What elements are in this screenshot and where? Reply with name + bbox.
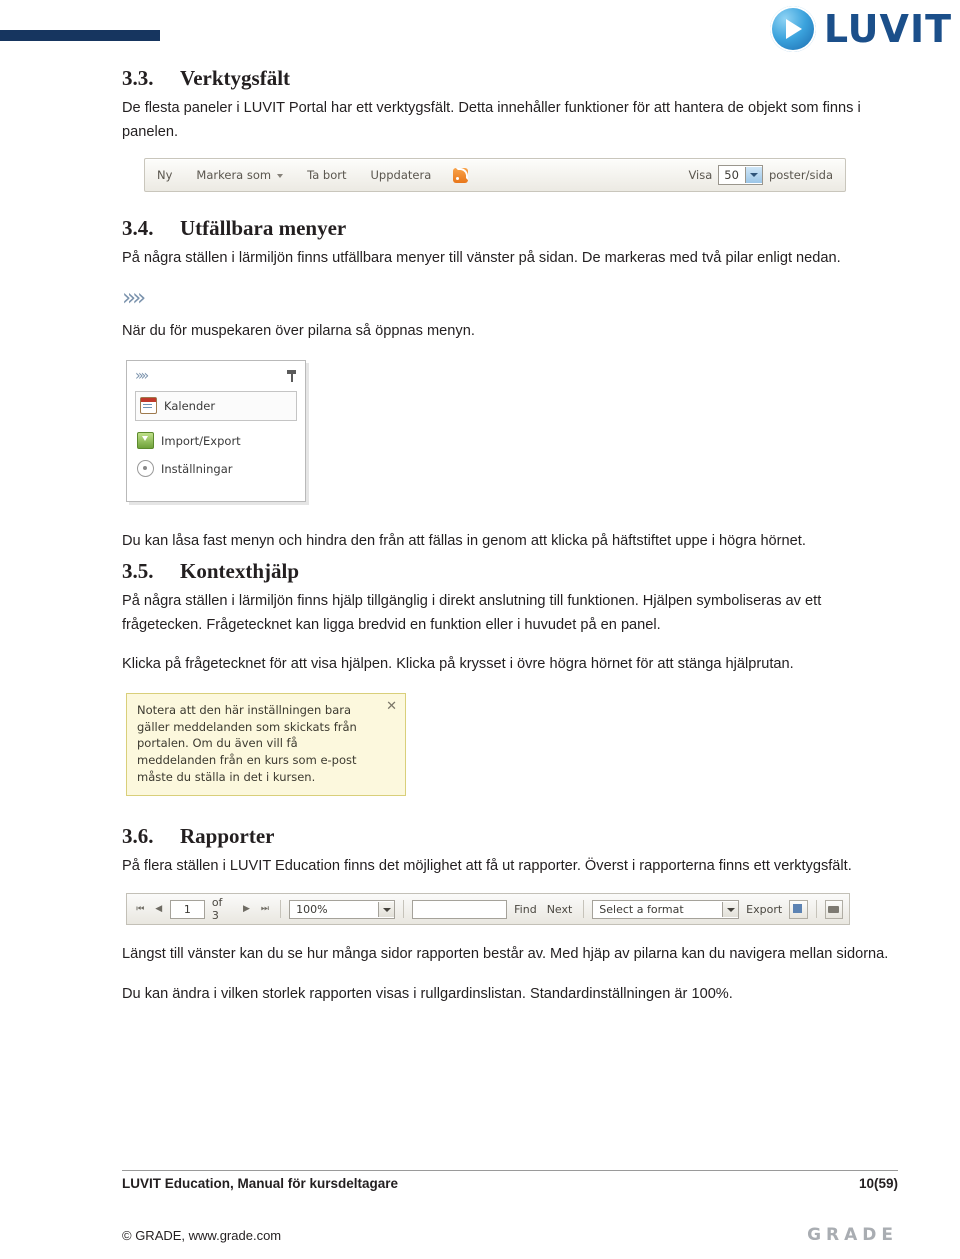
- paragraph-3-5-1: På några ställen i lärmiljön finns hjälp…: [122, 593, 822, 633]
- last-page-icon: ⏭: [260, 904, 269, 915]
- divider: [583, 900, 585, 919]
- first-page-icon: ⏮: [136, 904, 145, 915]
- screenshot-report-toolbar: ⏮ ◀ 1 of 3 ▶ ⏭ 100% Find Next Select a f…: [126, 893, 850, 926]
- screenshot-flyout-menu: »» Kalender Import/Export Inställningar: [126, 359, 306, 502]
- luvit-logo: LUVIT: [769, 6, 952, 52]
- save-disk-icon: [789, 899, 808, 919]
- pushpin-icon: [286, 369, 297, 382]
- chevron-down-icon: [277, 173, 284, 178]
- calendar-icon: [140, 397, 157, 415]
- bottom-bar: © GRADE, www.grade.com GRADE: [122, 1225, 898, 1245]
- heading-3-5-title: Kontexthjälp: [180, 559, 300, 584]
- paragraph-3-5-2: Klicka på frågetecknet för att visa hjäl…: [122, 656, 794, 673]
- document-page: LUVIT 3.3. Verktygsfält De flesta panele…: [0, 0, 960, 1259]
- toolbar-item-markera-som: Markera som: [184, 168, 295, 182]
- import-export-icon: [137, 432, 154, 450]
- flyout-menu-item-label: Inställningar: [161, 461, 233, 476]
- footer-page-number: 10(59): [858, 1176, 898, 1191]
- heading-3-3-title: Verktygsfält: [180, 66, 291, 90]
- flyout-menu-item-installningar: Inställningar: [135, 455, 297, 483]
- report-format-value: Select a format: [599, 902, 684, 916]
- help-popup-text: Notera att den här inställningen bara gä…: [137, 703, 357, 784]
- close-x-icon: ✕: [386, 699, 397, 715]
- flyout-menu-item-label: Import/Export: [161, 433, 241, 448]
- toolbar-page-size-value: 50: [724, 168, 739, 183]
- grade-logo: GRADE: [807, 1225, 898, 1245]
- report-zoom-select: 100%: [289, 899, 396, 919]
- report-zoom-value: 100%: [296, 902, 328, 916]
- rss-feed-icon: [453, 167, 469, 183]
- divider: [280, 900, 282, 919]
- toolbar-page-size-select: 50: [718, 165, 763, 186]
- report-find-label: Find: [514, 902, 537, 916]
- report-find-input: [412, 899, 508, 919]
- next-page-icon: ▶: [242, 904, 250, 915]
- paragraph-3-4-3: Du kan låsa fast menyn och hindra den fr…: [122, 532, 806, 549]
- flyout-menu-header: »»: [135, 367, 297, 385]
- luvit-globe-logo: [769, 6, 816, 52]
- document-content: 3.3. Verktygsfält De flesta paneler i LU…: [122, 66, 898, 1012]
- heading-3-3: 3.3. Verktygsfält: [122, 66, 898, 91]
- screenshot-help-popup: ✕ Notera att den här inställningen bara …: [126, 693, 406, 797]
- footer-title: LUVIT Education, Manual för kursdeltagar…: [122, 1176, 399, 1191]
- toolbar-per-page-label: poster/sida: [768, 168, 833, 183]
- flyout-menu-item-import-export: Import/Export: [135, 427, 297, 455]
- report-page-count: of 3: [211, 896, 223, 923]
- heading-3-6-number: 3.6.: [122, 824, 154, 849]
- toolbar-item-ta-bort: Ta bort: [307, 168, 347, 183]
- heading-3-6: 3.6. Rapporter: [122, 824, 898, 849]
- double-chevron-right-icon: »»: [135, 367, 149, 384]
- paragraph-3-6-1: På flera ställen i LUVIT Education finns…: [122, 858, 852, 875]
- paragraph-3-6-2: Längst till vänster kan du se hur många …: [122, 946, 889, 963]
- settings-gear-icon: [137, 460, 154, 478]
- heading-3-5-number: 3.5.: [122, 559, 154, 584]
- report-format-select: Select a format: [592, 899, 740, 919]
- screenshot-toolbar: Ny Markera som Ta bort Uppdatera Visa 50…: [144, 158, 846, 193]
- chevron-down-icon: [378, 901, 395, 917]
- flyout-menu-item-label: Kalender: [164, 398, 216, 413]
- divider: [403, 900, 405, 919]
- toolbar-item-uppdatera: Uppdatera: [370, 168, 432, 183]
- luvit-logo-text: LUVIT: [823, 7, 952, 51]
- paragraph-3-6-3: Du kan ändra i vilken storlek rapporten …: [122, 985, 733, 1002]
- double-chevron-right-icon: »»: [122, 284, 146, 311]
- heading-3-5: 3.5. Kontexthjälp: [122, 559, 898, 584]
- heading-3-6-title: Rapporter: [180, 824, 275, 849]
- report-page-input: 1: [169, 899, 205, 919]
- paragraph-3-4-2: När du för muspekaren över pilarna så öp…: [122, 322, 475, 339]
- toolbar-item-ny: Ny: [157, 168, 173, 183]
- toolbar-visa-label: Visa: [688, 168, 713, 183]
- report-export-label: Export: [746, 902, 783, 916]
- header-rule: [0, 30, 160, 41]
- page-footer: LUVIT Education, Manual för kursdeltagar…: [122, 1170, 898, 1191]
- report-next-label: Next: [546, 902, 573, 916]
- footer-rule: [122, 1170, 898, 1171]
- heading-3-4-number: 3.4.: [122, 216, 154, 241]
- printer-icon: [824, 899, 843, 919]
- page-header: LUVIT: [0, 0, 960, 70]
- paragraph-3-4-1: På några ställen i lärmiljön finns utfäl…: [122, 250, 841, 267]
- flyout-menu-item-kalender: Kalender: [135, 390, 297, 421]
- heading-3-4-title: Utfällbara menyer: [180, 216, 347, 241]
- copyright-text: © GRADE, www.grade.com: [122, 1227, 282, 1243]
- heading-3-4: 3.4. Utfällbara menyer: [122, 216, 898, 241]
- footer-row: LUVIT Education, Manual för kursdeltagar…: [122, 1176, 898, 1191]
- chevron-down-icon: [744, 167, 762, 184]
- heading-3-3-number: 3.3.: [122, 66, 154, 90]
- toolbar-page-size-group: Visa 50 poster/sida: [688, 165, 845, 186]
- paragraph-3-3-1: De flesta paneler i LUVIT Portal har ett…: [122, 100, 861, 140]
- previous-page-icon: ◀: [155, 904, 163, 915]
- chevron-down-icon: [722, 901, 739, 917]
- divider: [815, 900, 817, 919]
